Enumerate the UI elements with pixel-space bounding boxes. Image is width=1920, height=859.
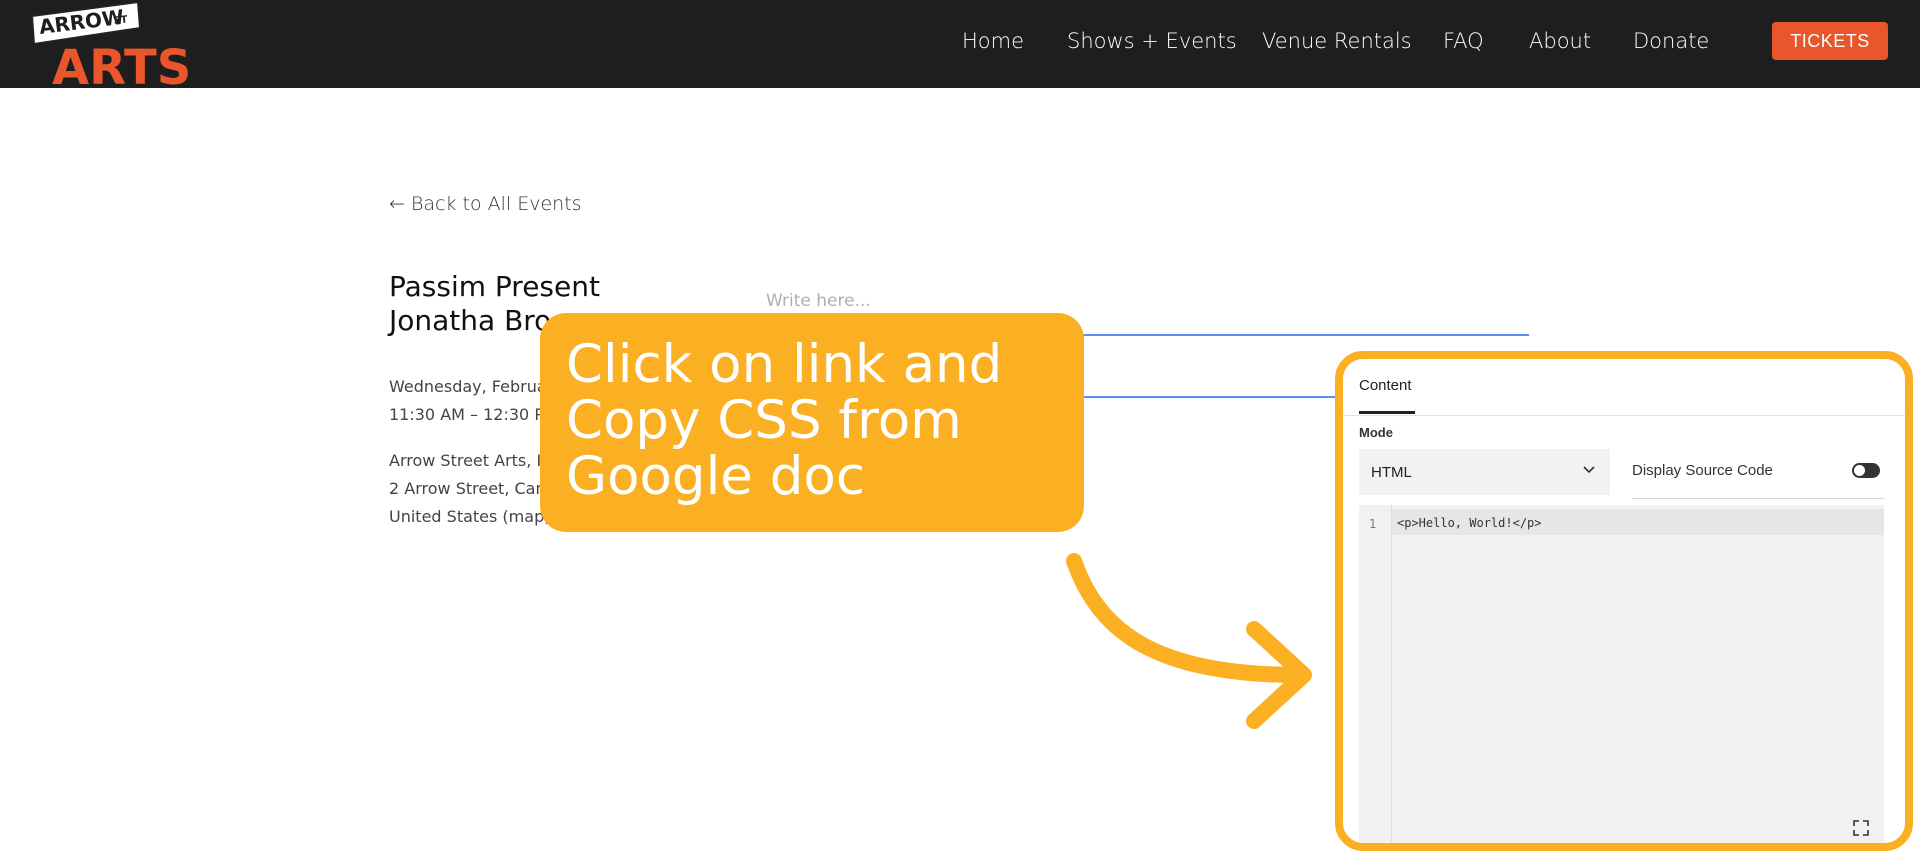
- event-country-map[interactable]: United States (map): [389, 503, 550, 531]
- event-date: Wednesday, Februa: [389, 377, 547, 396]
- mode-label: Mode: [1359, 425, 1393, 440]
- nav-venue-rentals[interactable]: Venue Rentals: [1262, 29, 1412, 53]
- expand-icon[interactable]: [1852, 819, 1870, 837]
- instruction-callout: Click on link and Copy CSS from Google d…: [540, 313, 1084, 532]
- code-editor[interactable]: 1 <p>Hello, World!</p>: [1359, 505, 1884, 843]
- tab-underline: [1359, 411, 1415, 414]
- nav-donate[interactable]: Donate: [1633, 29, 1709, 53]
- nav-home[interactable]: Home: [962, 29, 1024, 53]
- toggle-divider: [1632, 498, 1884, 499]
- chevron-down-icon: [1583, 466, 1595, 474]
- event-title-line1: Passim Present: [389, 270, 600, 303]
- code-block-panel: Content Mode HTML Display Source Code 1 …: [1335, 351, 1913, 851]
- callout-line3: Google doc: [566, 446, 865, 507]
- mode-select[interactable]: HTML: [1359, 449, 1610, 495]
- event-venue: Arrow Street Arts, In: [389, 451, 552, 470]
- nav-faq[interactable]: FAQ: [1443, 29, 1484, 53]
- tickets-button[interactable]: TICKETS: [1772, 22, 1888, 60]
- line-number: 1: [1369, 517, 1377, 531]
- nav-about[interactable]: About: [1529, 29, 1591, 53]
- mode-value: HTML: [1371, 463, 1412, 481]
- focus-line-bottom: [1076, 396, 1338, 398]
- nav-shows-events[interactable]: Shows + Events: [1067, 29, 1237, 53]
- logo-arts-text: ARTS: [52, 40, 190, 88]
- editor-placeholder[interactable]: Write here...: [766, 291, 871, 311]
- event-time: 11:30 AM – 12:30 PM: [389, 405, 558, 424]
- focus-line-top: [1076, 334, 1529, 336]
- event-title-line2: Jonatha Bro: [389, 304, 552, 337]
- callout-line2: Copy CSS from: [566, 390, 962, 451]
- site-header: ARROW ST ARTS Home Shows + Events Venue …: [0, 0, 1920, 88]
- line-gutter: [1359, 505, 1392, 843]
- logo-st-text: ST: [113, 14, 128, 27]
- display-source-code-label: Display Source Code: [1632, 462, 1773, 479]
- display-source-code-toggle[interactable]: [1852, 463, 1880, 478]
- code-line-1[interactable]: <p>Hello, World!</p>: [1397, 516, 1542, 530]
- tab-content[interactable]: Content: [1359, 377, 1412, 394]
- arrow-st-arts-logo[interactable]: ARROW ST ARTS: [30, 0, 190, 88]
- callout-text: Click on link and Copy CSS from Google d…: [566, 337, 1046, 505]
- back-to-events-link[interactable]: ← Back to All Events: [389, 193, 582, 215]
- panel-divider: [1343, 415, 1905, 416]
- callout-line1: Click on link and: [566, 334, 1003, 395]
- curved-arrow-icon: [1066, 553, 1312, 729]
- logo-arrow-text: ARROW: [38, 5, 126, 39]
- event-address: 2 Arrow Street, Cam: [389, 479, 552, 498]
